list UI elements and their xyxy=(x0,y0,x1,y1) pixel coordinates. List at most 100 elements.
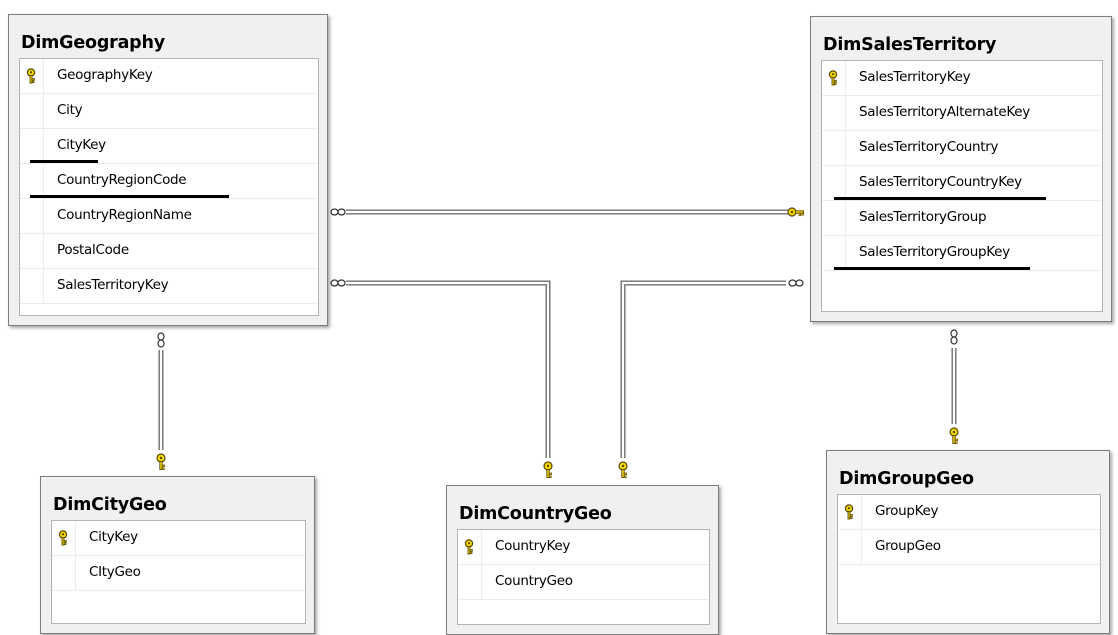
connector-geography-countrygeo-inner xyxy=(346,281,550,458)
column-row[interactable]: CityKey xyxy=(52,521,305,556)
row-selector[interactable] xyxy=(52,521,76,555)
row-selector[interactable] xyxy=(20,94,44,128)
one-end-key-icon-tooth xyxy=(548,472,553,476)
column-name: GroupKey xyxy=(875,503,939,519)
one-end-key-icon-tooth xyxy=(954,438,959,442)
many-end-infinity-icon xyxy=(157,332,165,348)
column-name: SalesTerritoryGroupKey xyxy=(859,244,1010,260)
row-selector[interactable] xyxy=(458,530,482,564)
one-end-key-icon xyxy=(787,207,797,217)
row-selector[interactable] xyxy=(20,269,44,303)
column-grid: GroupKey GroupGeo xyxy=(837,494,1101,624)
column-name: CountryGeo xyxy=(495,573,573,589)
row-selector[interactable] xyxy=(822,61,846,95)
table-title: DimGeography xyxy=(21,33,165,53)
row-selector[interactable] xyxy=(20,59,44,93)
one-end-key-icon-tooth xyxy=(954,441,958,445)
one-end-key-icon-shaft xyxy=(159,461,163,470)
one-end-key-icon xyxy=(949,427,959,437)
row-selector[interactable] xyxy=(822,236,846,270)
row-selector[interactable] xyxy=(822,131,846,165)
primary-key-icon xyxy=(843,504,855,520)
column-name: CityKey xyxy=(89,529,138,545)
row-selector[interactable] xyxy=(20,164,44,198)
column-row[interactable]: GeographyKey xyxy=(20,59,318,94)
row-selector[interactable] xyxy=(20,234,44,268)
many-end-infinity-icon xyxy=(330,279,346,287)
one-end-key-icon-tooth xyxy=(548,475,552,479)
connector-geography-countrygeo xyxy=(346,280,551,458)
column-name: CItyGeo xyxy=(89,564,141,580)
one-end-key-icon xyxy=(543,461,553,471)
column-row[interactable]: SalesTerritoryKey xyxy=(20,269,318,304)
table-dim-sales-territory[interactable]: DimSalesTerritory SalesTerritoryKey Sales… xyxy=(810,16,1112,322)
table-dim-geography[interactable]: DimGeography GeographyKey City CityKey Coun… xyxy=(8,14,328,326)
column-underline xyxy=(834,267,1030,270)
many-end-infinity-icon xyxy=(330,208,346,216)
table-dim-country-geo[interactable]: DimCountryGeo CountryKey CountryGeo xyxy=(446,485,719,635)
one-end-key-icon-tooth xyxy=(623,472,628,476)
column-name: SalesTerritoryKey xyxy=(57,277,169,293)
column-row[interactable]: CityKey xyxy=(20,129,318,164)
column-underline xyxy=(834,197,1046,200)
primary-key-icon xyxy=(57,530,69,546)
column-name: SalesTerritoryCountry xyxy=(859,139,999,155)
column-row[interactable]: SalesTerritoryGroup xyxy=(822,201,1102,236)
table-dim-group-geo[interactable]: DimGroupGeo GroupKey GroupGeo xyxy=(826,450,1110,634)
row-selector[interactable] xyxy=(822,201,846,235)
column-row[interactable]: CountryRegionCode xyxy=(20,164,318,199)
one-end-key-icon-hole xyxy=(952,430,956,434)
column-row[interactable]: PostalCode xyxy=(20,234,318,269)
column-grid: SalesTerritoryKey SalesTerritoryAlternate… xyxy=(821,60,1103,312)
column-name: GeographyKey xyxy=(57,67,153,83)
column-row[interactable]: CItyGeo xyxy=(52,556,305,591)
row-selector[interactable] xyxy=(20,199,44,233)
table-title: DimSalesTerritory xyxy=(823,35,997,55)
row-selector[interactable] xyxy=(822,166,846,200)
column-grid: CityKey CItyGeo xyxy=(51,520,306,624)
one-end-key-icon xyxy=(618,461,628,471)
one-end-key-icon-hole xyxy=(621,464,625,468)
row-selector[interactable] xyxy=(458,565,482,599)
primary-key-icon xyxy=(25,68,37,84)
row-selector[interactable] xyxy=(20,129,44,163)
column-row[interactable]: SalesTerritoryGroupKey xyxy=(822,236,1102,271)
column-row[interactable]: GroupKey xyxy=(838,495,1100,530)
primary-key-icon xyxy=(827,70,839,86)
column-name: SalesTerritoryAlternateKey xyxy=(859,104,1030,120)
row-selector[interactable] xyxy=(838,495,862,529)
one-end-key-icon-hole xyxy=(159,456,163,460)
column-row[interactable]: CountryGeo xyxy=(458,565,709,600)
column-name: SalesTerritoryCountryKey xyxy=(859,174,1022,190)
column-row[interactable]: SalesTerritoryKey xyxy=(822,61,1102,96)
diagram-canvas: DimGeography GeographyKey City CityKey Coun… xyxy=(0,0,1118,635)
table-dim-city-geo[interactable]: DimCityGeo CityKey CItyGeo xyxy=(40,476,315,634)
column-row[interactable]: SalesTerritoryAlternateKey xyxy=(822,96,1102,131)
column-name: PostalCode xyxy=(57,242,129,258)
one-end-key-icon-tooth xyxy=(161,467,165,471)
column-grid: CountryKey CountryGeo xyxy=(457,529,710,625)
column-name: GroupGeo xyxy=(875,538,941,554)
one-end-key-icon-hole xyxy=(790,210,794,214)
one-end-key-icon-hole xyxy=(546,464,550,468)
many-end-infinity-icon xyxy=(950,329,958,345)
column-row[interactable]: CountryRegionName xyxy=(20,199,318,234)
one-end-key-icon-shaft xyxy=(546,469,550,478)
column-row[interactable]: SalesTerritoryCountryKey xyxy=(822,166,1102,201)
column-name: SalesTerritoryGroup xyxy=(859,209,987,225)
table-title: DimCityGeo xyxy=(53,495,167,515)
column-row[interactable]: SalesTerritoryCountry xyxy=(822,131,1102,166)
column-row[interactable]: City xyxy=(20,94,318,129)
one-end-key-icon xyxy=(156,453,166,463)
column-row[interactable]: CountryKey xyxy=(458,530,709,565)
column-row[interactable]: GroupGeo xyxy=(838,530,1100,565)
connector-salesterritory-countrygeo-inner xyxy=(621,281,786,458)
row-selector[interactable] xyxy=(822,96,846,130)
connector-salesterritory-countrygeo xyxy=(620,280,786,458)
row-selector[interactable] xyxy=(838,530,862,564)
one-end-key-icon-tooth xyxy=(801,212,804,216)
one-end-key-icon-shaft xyxy=(621,469,625,478)
one-end-key-icon-tooth xyxy=(798,212,802,217)
one-end-key-icon-tooth xyxy=(623,475,627,479)
row-selector[interactable] xyxy=(52,556,76,590)
